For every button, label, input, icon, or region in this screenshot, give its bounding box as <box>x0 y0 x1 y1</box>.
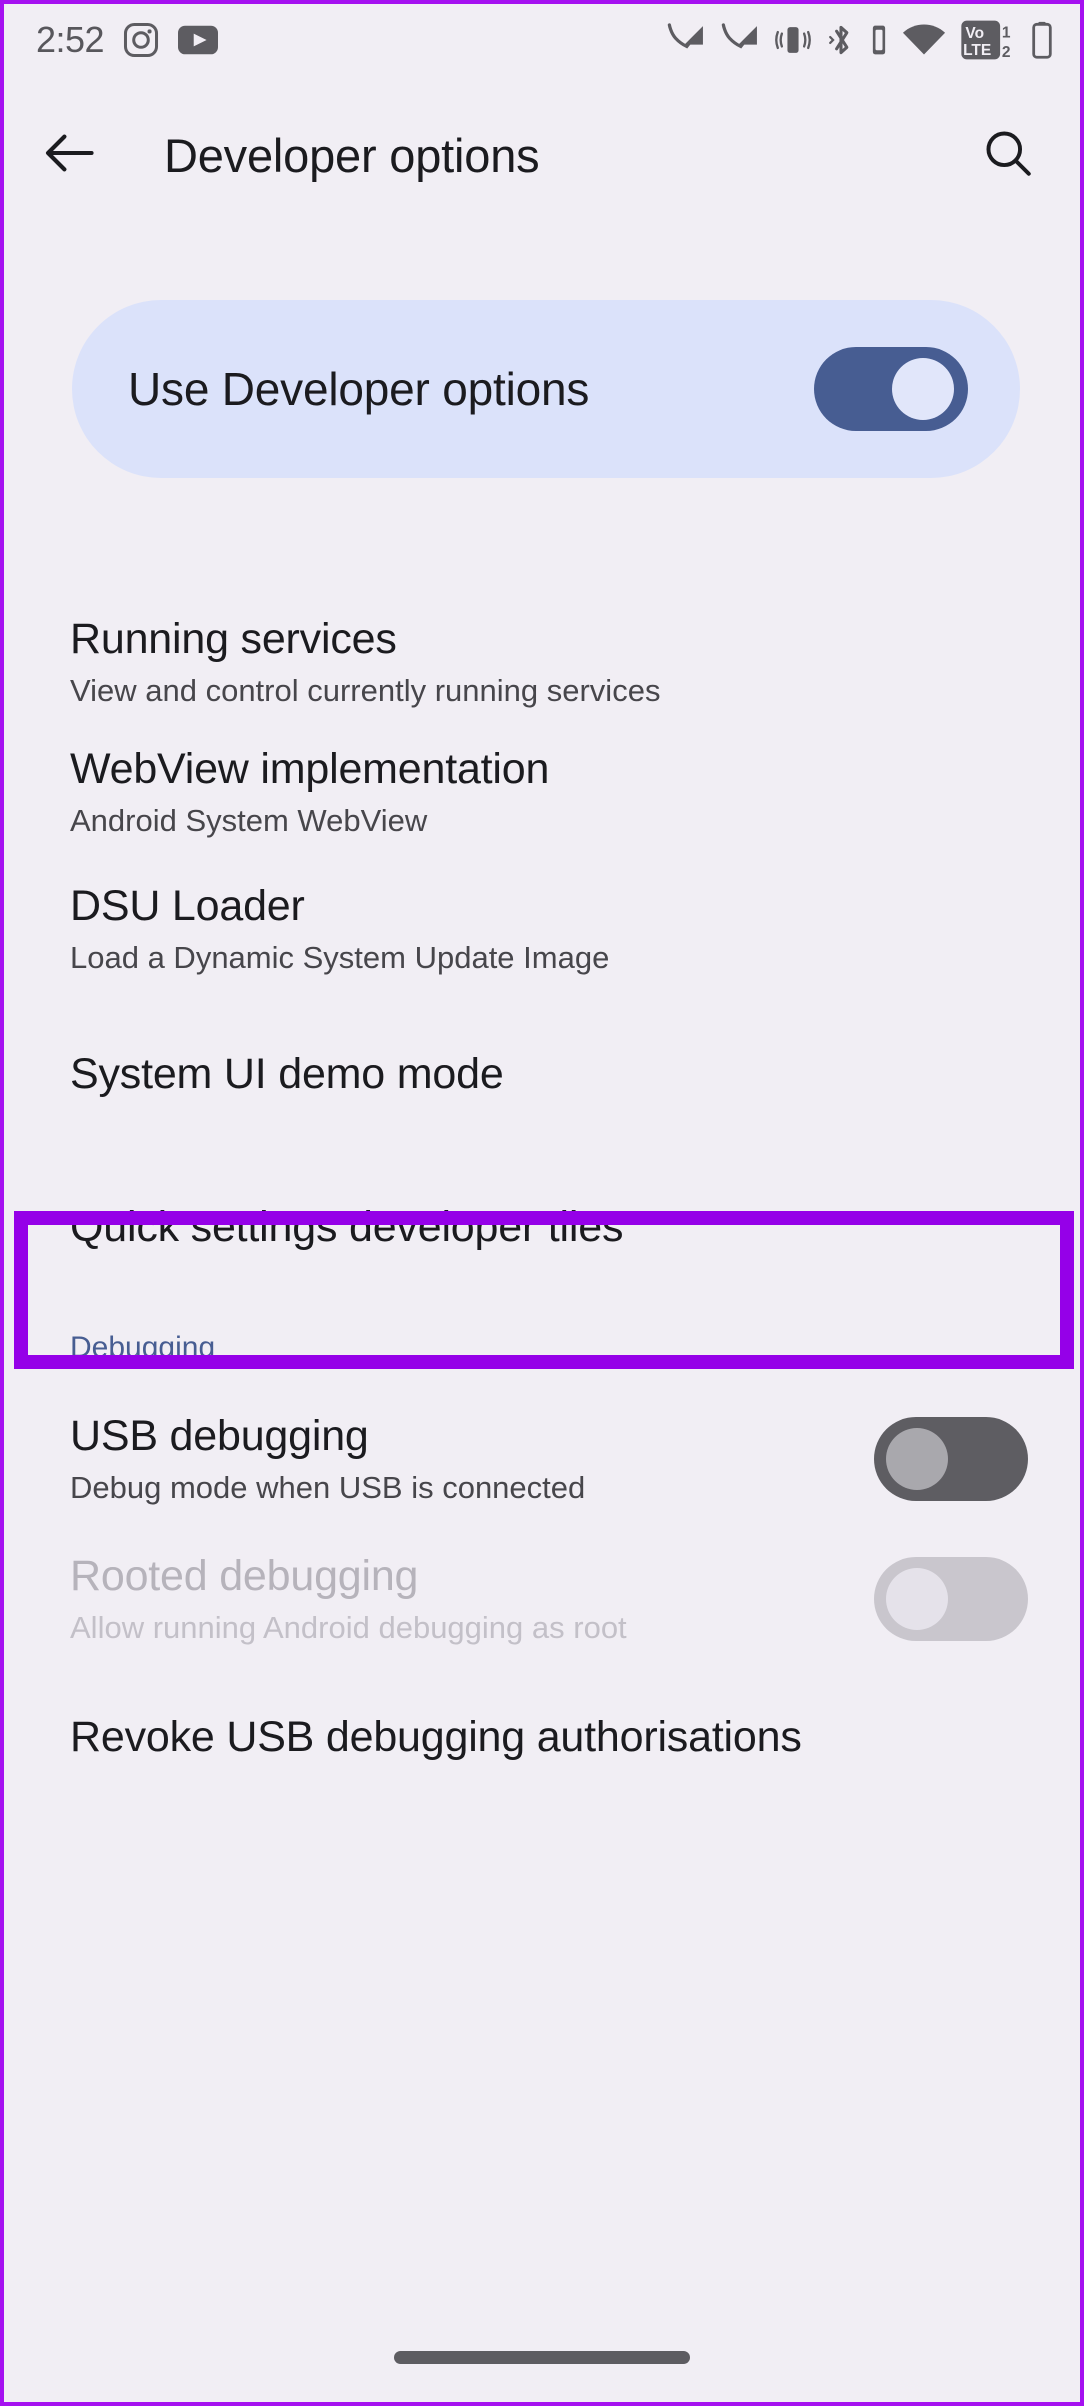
list-item-title: Revoke USB debugging authorisations <box>70 1713 802 1761</box>
list-item-subtitle: View and control currently running servi… <box>70 673 661 709</box>
list-item-subtitle: Android System WebView <box>70 802 428 838</box>
switch-knob <box>892 358 954 420</box>
bluetooth-battery-icon <box>870 21 888 59</box>
app-bar: Developer options <box>4 100 1080 210</box>
row-text: Rooted debugging Allow running Android d… <box>70 1552 874 1646</box>
row-text: WebView implementation Android System We… <box>70 745 1028 839</box>
search-button[interactable] <box>976 123 1040 187</box>
list-item-title: Quick settings developer tiles <box>70 1202 624 1251</box>
svg-text:2: 2 <box>1002 44 1011 61</box>
list-item-dsu-loader[interactable]: DSU Loader Load a Dynamic System Update … <box>4 859 1080 999</box>
arrow-left-icon <box>42 125 98 186</box>
row-text: System UI demo mode <box>70 1050 1028 1098</box>
svg-text:Vo: Vo <box>965 25 984 42</box>
battery-icon <box>1030 20 1054 60</box>
developer-options-list: Running services View and control curren… <box>4 600 1080 1851</box>
list-item-usb-debugging[interactable]: USB debugging Debug mode when USB is con… <box>4 1391 1080 1527</box>
mobile-signal-1-icon <box>666 20 706 60</box>
list-item-title: DSU Loader <box>70 882 305 931</box>
usb-debugging-switch[interactable] <box>874 1417 1028 1501</box>
youtube-icon <box>178 25 219 55</box>
section-header-debugging: Debugging <box>70 1331 216 1364</box>
switch-knob <box>886 1428 948 1490</box>
mobile-signal-2-icon <box>720 20 760 60</box>
wifi-icon <box>902 22 946 58</box>
status-bar: 2:52 Vo LTE 1 2 <box>4 4 1080 76</box>
status-bar-left: 2:52 <box>36 19 219 61</box>
search-icon <box>981 126 1035 185</box>
list-item-title: USB debugging <box>70 1412 369 1461</box>
list-item-system-ui-demo-mode[interactable]: System UI demo mode <box>4 999 1080 1149</box>
row-text: USB debugging Debug mode when USB is con… <box>70 1412 874 1506</box>
status-clock: 2:52 <box>36 19 105 60</box>
instagram-icon <box>122 21 160 59</box>
list-item-title: Rooted debugging <box>70 1552 419 1601</box>
home-gesture-pill[interactable] <box>394 2351 690 2364</box>
list-item-webview-implementation[interactable]: WebView implementation Android System We… <box>4 724 1080 859</box>
svg-text:LTE: LTE <box>963 42 991 59</box>
row-text: DSU Loader Load a Dynamic System Update … <box>70 882 1028 976</box>
use-developer-options-switch[interactable] <box>814 347 968 431</box>
rooted-debugging-switch <box>874 1557 1028 1641</box>
list-item-subtitle: Load a Dynamic System Update Image <box>70 940 610 976</box>
list-item-running-services[interactable]: Running services View and control curren… <box>4 600 1080 724</box>
vibrate-icon <box>774 21 812 59</box>
svg-text:1: 1 <box>1002 25 1011 42</box>
row-text: Revoke USB debugging authorisations <box>70 1713 830 1761</box>
phone-screen: 2:52 Vo LTE 1 2 Developer options Use De… <box>0 0 1084 2406</box>
switch-knob <box>886 1568 948 1630</box>
list-item-title: Running services <box>70 615 397 664</box>
back-button[interactable] <box>38 123 102 187</box>
row-text: Quick settings developer tiles <box>70 1203 1028 1251</box>
list-item-title: WebView implementation <box>70 744 550 793</box>
list-item-subtitle: Allow running Android debugging as root <box>70 1610 627 1646</box>
list-item-quick-settings-developer-tiles[interactable]: Quick settings developer tiles <box>4 1149 1080 1305</box>
bluetooth-icon <box>826 21 856 59</box>
page-title: Developer options <box>164 128 540 182</box>
volte-dual-sim-icon: Vo LTE 1 2 <box>960 19 1016 61</box>
list-item-title: System UI demo mode <box>70 1049 504 1098</box>
use-developer-options-label: Use Developer options <box>128 363 590 415</box>
status-bar-right: Vo LTE 1 2 <box>666 19 1054 61</box>
row-text: Running services View and control curren… <box>70 615 1028 709</box>
list-item-revoke-usb-debugging-authorisations[interactable]: Revoke USB debugging authorisations <box>4 1671 1080 1851</box>
use-developer-options-card[interactable]: Use Developer options <box>72 300 1020 478</box>
list-item-rooted-debugging: Rooted debugging Allow running Android d… <box>4 1527 1080 1671</box>
list-item-subtitle: Debug mode when USB is connected <box>70 1470 586 1506</box>
